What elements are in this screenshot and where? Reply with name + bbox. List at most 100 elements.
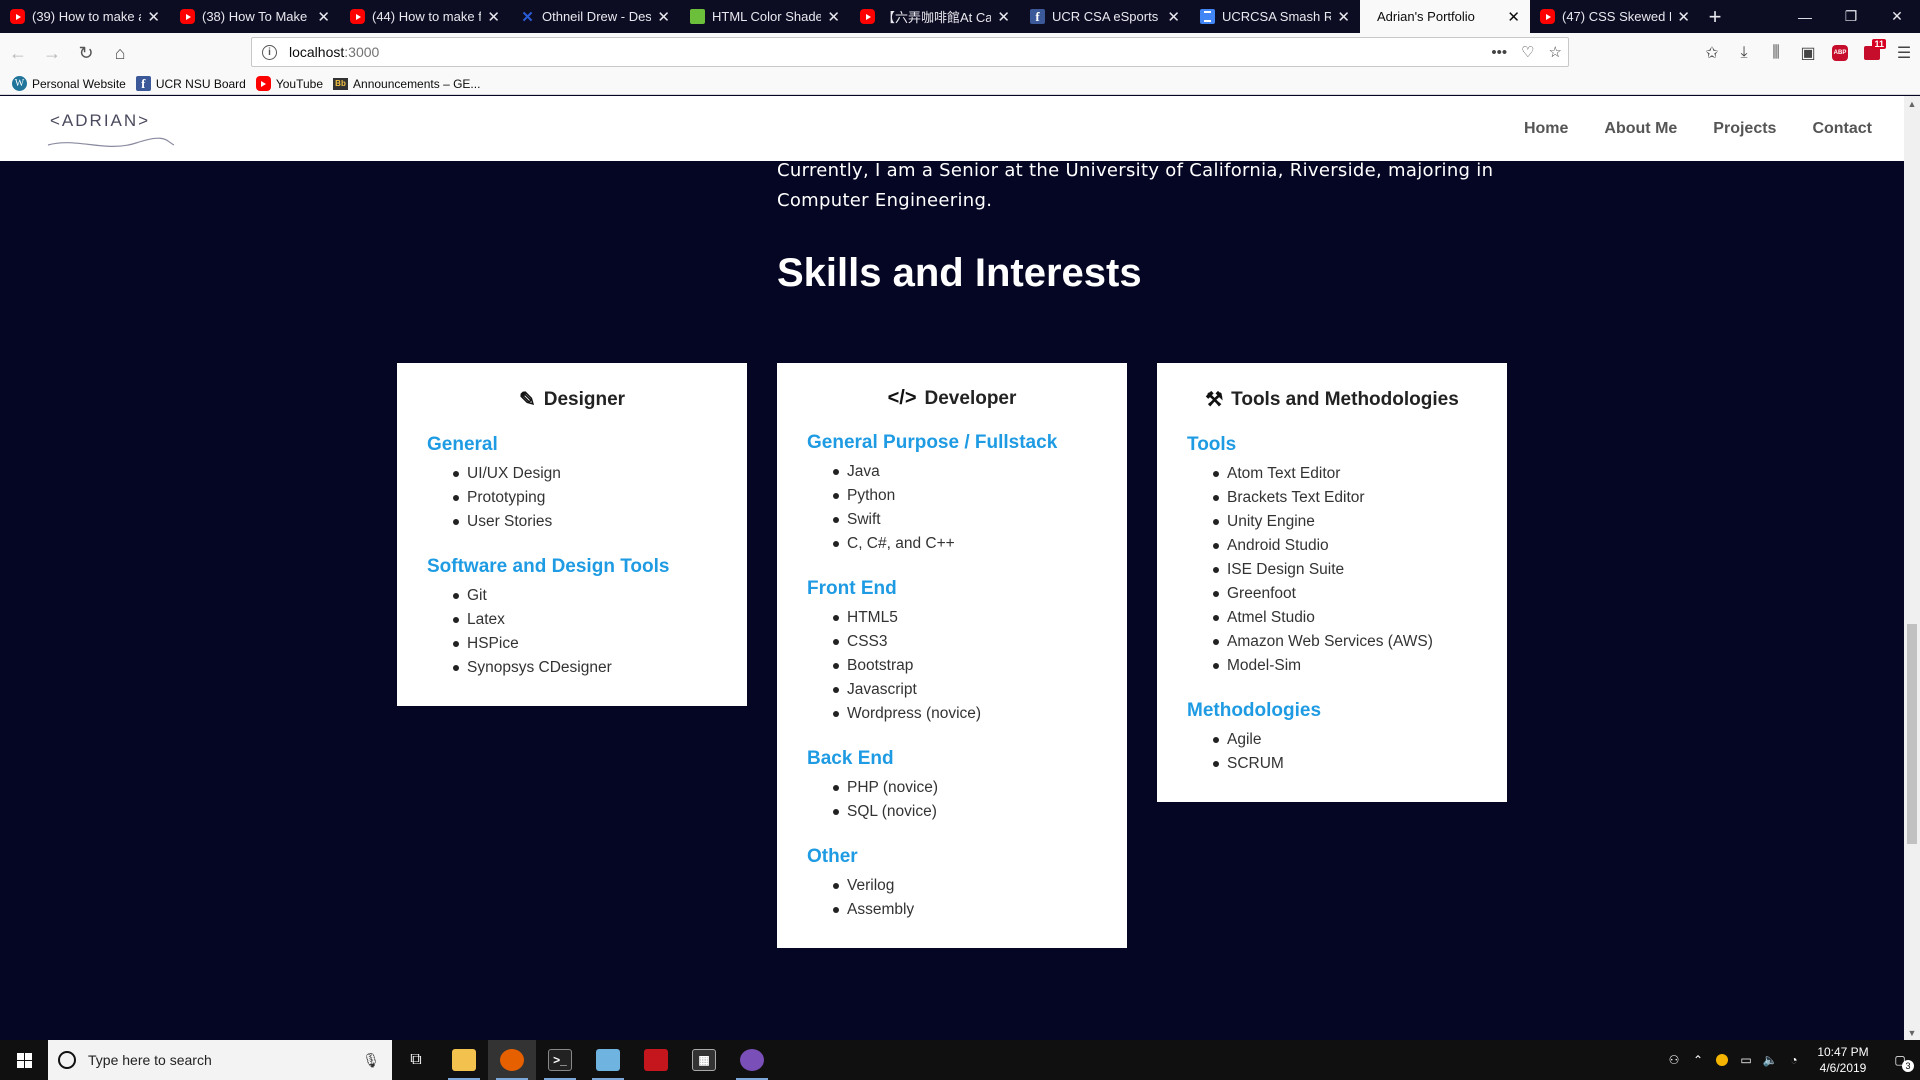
blackboard-icon: Bb [333,77,349,90]
library-icon[interactable]: ⫼ [1760,37,1792,69]
close-tab-icon[interactable]: ✕ [317,8,330,26]
list-item: HTML5 [833,606,1097,630]
bookmark-personal-website[interactable]: W Personal Website [12,76,126,91]
tab-title: Adrian's Portfolio [1377,9,1475,24]
taskbar-calculator[interactable]: ▦ [680,1040,728,1080]
bookmarks-menu-icon[interactable]: ✩ [1696,37,1728,69]
new-tab-button[interactable]: + [1700,0,1730,33]
nav-link-about-me[interactable]: About Me [1604,120,1677,138]
card-title-text: Tools and Methodologies [1231,388,1459,410]
sidebar-icon[interactable]: ▣ [1792,37,1824,69]
close-tab-icon[interactable]: ✕ [827,8,840,26]
close-tab-icon[interactable]: ✕ [1167,8,1180,26]
browser-tab[interactable]: (38) How To Make W ✕ [170,0,340,33]
battery-icon[interactable]: ▭ [1734,1040,1758,1080]
skill-list: Git Latex HSPice Synopsys CDesigner [427,584,717,680]
site-info-icon[interactable]: i [262,44,277,60]
bookmark-ucr-nsu-board[interactable]: f UCR NSU Board [135,76,246,91]
nav-link-contact[interactable]: Contact [1812,120,1872,138]
browser-tab[interactable]: UCRCSA Smash Rule ✕ [1190,0,1360,33]
list-item: Assembly [833,898,1097,922]
nav-link-projects[interactable]: Projects [1713,120,1776,138]
start-button[interactable] [0,1040,48,1080]
close-tab-icon[interactable]: ✕ [1337,8,1350,26]
scroll-down-arrow[interactable]: ▼ [1904,1025,1920,1041]
list-item: User Stories [453,510,717,534]
bookmark-announcements[interactable]: Bb Announcements – GE... [333,77,480,91]
window-controls: — ❐ ✕ [1782,0,1920,33]
list-item: Atom Text Editor [1213,462,1477,486]
url-bar-actions: ••• ♡ ☆ [1491,38,1562,66]
wifi-icon[interactable]: ◔ [1782,1040,1806,1080]
bookmark-star-icon[interactable]: ☆ [1549,43,1562,61]
scroll-thumb[interactable] [1907,624,1917,844]
people-icon[interactable]: ⚇ [1662,1040,1686,1080]
x-logo-icon: ✕ [521,8,534,26]
home-button[interactable]: ⌂ [104,37,136,69]
browser-tab[interactable]: (47) CSS Skewed Bor ✕ [1530,0,1700,33]
forward-button[interactable]: → [36,37,68,69]
taskbar-search[interactable]: Type here to search 🎙 [48,1040,392,1080]
browser-tab[interactable]: (39) How to make an ✕ [0,0,170,33]
youtube-icon [350,9,365,24]
microphone-icon[interactable]: 🎙 [362,1052,380,1069]
menu-icon[interactable]: ☰ [1888,37,1920,69]
browser-tab[interactable]: ✕ Othneil Drew - Desig ✕ [510,0,680,33]
volume-icon[interactable]: 🔈 [1758,1040,1782,1080]
browser-tab[interactable]: HTML Color Shades ✕ [680,0,850,33]
browser-tab[interactable]: f UCR CSA eSports ✕ [1020,0,1190,33]
action-center-button[interactable]: ▢ 3 [1880,1040,1920,1080]
downloads-icon[interactable]: ⤓ [1728,37,1760,69]
close-tab-icon[interactable]: ✕ [997,8,1010,26]
browser-tab[interactable]: 【六弄咖啡館At Caf ✕ [850,0,1020,33]
wordpress-icon: W [12,76,27,91]
show-hidden-icons[interactable]: ⌃ [1686,1040,1710,1080]
list-item: PHP (novice) [833,776,1097,800]
card-title-text: Developer [924,387,1017,409]
taskbar-firefox[interactable] [488,1040,536,1080]
site-logo[interactable]: <ADRIAN> [47,111,175,151]
taskbar-app[interactable] [728,1040,776,1080]
taskbar-file-explorer[interactable] [440,1040,488,1080]
close-tab-icon[interactable]: ✕ [1677,8,1690,26]
close-tab-icon[interactable]: ✕ [147,8,160,26]
close-tab-icon[interactable]: ✕ [657,8,670,26]
tab-title: UCRCSA Smash Rule [1222,9,1332,24]
browser-tab[interactable]: (44) How to make fo ✕ [340,0,510,33]
reload-button[interactable]: ↻ [70,37,102,69]
taskbar-acrobat[interactable] [632,1040,680,1080]
facebook-icon: f [135,76,151,91]
card-title: ⚒ Tools and Methodologies [1187,387,1477,412]
system-clock[interactable]: 10:47 PM 4/6/2019 [1806,1044,1880,1076]
pdf-icon [644,1049,668,1071]
browser-tab-active[interactable]: Adrian's Portfolio ✕ [1360,0,1530,33]
back-button[interactable]: ← [2,37,34,69]
app-icon [596,1049,620,1071]
taskbar-terminal[interactable]: >_ [536,1040,584,1080]
pocket-icon[interactable]: ♡ [1521,43,1534,61]
bookmark-youtube[interactable]: YouTube [255,76,323,91]
chrome-tray-icon[interactable] [1710,1040,1734,1080]
url-port: :3000 [344,44,380,60]
extension-icon[interactable]: 11 [1856,37,1888,69]
category-heading: Back End [807,748,894,769]
category-heading: Software and Design Tools [427,556,670,577]
scroll-up-arrow[interactable]: ▲ [1904,96,1920,112]
youtube-icon [1540,9,1555,24]
restore-button[interactable]: ❐ [1828,0,1874,33]
adblock-icon[interactable]: ABP [1824,37,1856,69]
code-icon: </> [887,387,917,409]
list-item: SQL (novice) [833,800,1097,824]
nav-link-home[interactable]: Home [1524,120,1568,138]
close-tab-icon[interactable]: ✕ [1507,8,1520,26]
windows-logo-icon [16,1052,32,1068]
close-window-button[interactable]: ✕ [1874,0,1920,33]
taskbar-app[interactable] [584,1040,632,1080]
task-view-button[interactable]: ⧉ [392,1040,440,1080]
minimize-button[interactable]: — [1782,0,1828,33]
url-bar[interactable]: i localhost:3000 ••• ♡ ☆ [251,37,1569,67]
close-tab-icon[interactable]: ✕ [487,8,500,26]
page-scrollbar[interactable]: ▲ ▼ [1904,96,1920,1041]
page-actions-icon[interactable]: ••• [1491,44,1507,61]
skill-list: Java Python Swift C, C#, and C++ [807,460,1097,556]
